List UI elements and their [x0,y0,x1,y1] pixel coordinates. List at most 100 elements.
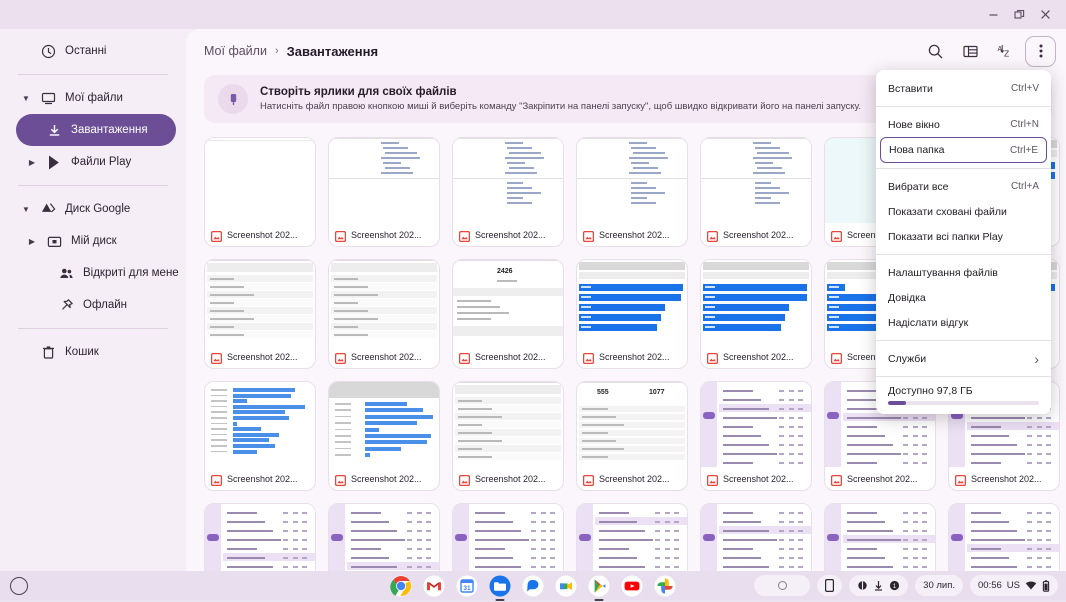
shelf-meet-icon[interactable] [555,575,577,597]
file-name-label: Screenshot 202... [599,473,670,484]
file-card[interactable]: Screenshot 202... [700,137,812,247]
shelf-app-list: 31 [390,575,676,597]
file-card-footer: Screenshot 202... [453,345,563,368]
chevron-down-icon[interactable]: ▼ [20,205,32,214]
menu-item-показати-сховані-файли[interactable]: Показати сховані файли [876,199,1051,224]
file-card[interactable]: Screenshot 202... [328,137,440,247]
file-card[interactable]: Screenshot 202... [700,381,812,491]
file-card[interactable]: Screenshot 202... [824,503,936,571]
chevron-right-icon[interactable]: ▶ [26,158,38,167]
menu-item-налаштування-файлів[interactable]: Налаштування файлів [876,260,1051,285]
file-name-label: Screenshot 202... [723,473,794,484]
image-file-icon [582,351,595,365]
file-card-footer: Screenshot 202... [329,223,439,246]
file-thumbnail [949,504,1059,571]
file-card[interactable]: Screenshot 202... [948,503,1060,571]
file-card[interactable]: Screenshot 202... [452,137,564,247]
file-card[interactable]: 555 1077 Screenshot 202... [576,381,688,491]
menu-item-нове-вікно[interactable]: Нове вікно Ctrl+N [876,112,1051,137]
file-card[interactable]: Screenshot 202... [452,503,564,571]
breadcrumb-item-downloads[interactable]: Завантаження [287,44,378,59]
file-card[interactable]: Screenshot 202... [328,381,440,491]
sidebar-item-завантаження[interactable]: Завантаження [16,114,176,146]
menu-item-нова-папка[interactable]: Нова папка Ctrl+E [880,137,1047,163]
breadcrumb-item-my-files[interactable]: Мої файли [204,44,267,58]
sidebar-item-офлайн[interactable]: Офлайн [28,289,176,321]
chevron-right-icon[interactable]: ▶ [26,237,38,246]
menu-item-показати-всі-папки-play[interactable]: Показати всі папки Play [876,224,1051,249]
file-thumbnail [205,138,315,223]
shelf-messages-icon[interactable] [522,575,544,597]
file-thumbnail [205,382,315,467]
file-card[interactable]: Screenshot 202... [452,381,564,491]
shelf-calendar-icon[interactable]: 31 [456,575,478,597]
file-card[interactable]: Screenshot 202... [328,259,440,369]
file-name-label: Screenshot 202... [723,351,794,362]
sidebar-item-мій-диск[interactable]: ▶ Мій диск [16,225,176,257]
media-widget[interactable] [754,575,811,596]
menu-item-довідка[interactable]: Довідка [876,285,1051,310]
sidebar-item-диск-google[interactable]: ▼ Диск Google [10,193,176,225]
sidebar-item-останні[interactable]: Останні [10,35,176,67]
menu-item-вставити[interactable]: Вставити Ctrl+V [876,76,1051,101]
download-icon [46,122,63,139]
list-view-icon[interactable] [955,36,986,67]
phone-hub-button[interactable] [817,575,843,596]
restore-button[interactable] [1006,2,1032,28]
file-card[interactable]: Screenshot 202... [204,137,316,247]
menu-item-label: Налаштування файлів [888,266,998,279]
file-card[interactable]: Screenshot 202... [700,259,812,369]
search-icon[interactable] [920,36,951,67]
file-card[interactable]: Screenshot 202... [700,503,812,571]
image-file-icon [706,229,719,243]
shelf-chrome-icon[interactable] [390,575,412,597]
menu-groups: Вставити Ctrl+V Нове вікно Ctrl+N Нова папка… [876,76,1051,371]
file-card[interactable]: Screenshot 202... [204,259,316,369]
file-card[interactable]: Screenshot 202... [204,381,316,491]
file-card-footer: Screenshot 202... [577,223,687,246]
shelf-files-icon[interactable] [489,575,511,597]
date-display[interactable]: 30 лип. [915,575,964,596]
file-card[interactable]: 2426 Screenshot 202... [452,259,564,369]
minimize-button[interactable] [980,2,1006,28]
quick-settings-button[interactable]: 1 [849,575,909,596]
image-file-icon [582,473,595,487]
more-options-icon[interactable] [1025,35,1056,67]
file-card[interactable]: Screenshot 202... [576,137,688,247]
menu-divider [876,168,1051,169]
menu-item-надіслати-відгук[interactable]: Надіслати відгук [876,310,1051,335]
shelf-gmail-icon[interactable] [423,575,445,597]
file-card[interactable]: Screenshot 202... [328,503,440,571]
shelf-photos-icon[interactable] [654,575,676,597]
sidebar-item-мої-файли[interactable]: ▼ Мої файли [10,82,176,114]
sidebar-item-файли-play[interactable]: ▶ Файли Play [16,146,176,178]
shelf-youtube-icon[interactable] [621,575,643,597]
file-name-label: Screenshot 202... [723,229,794,240]
battery-icon [1042,579,1050,592]
file-card[interactable]: Screenshot 202... [204,503,316,571]
sidebar-item-label: Диск Google [65,203,131,215]
shelf-play-store-icon[interactable] [588,575,610,597]
menu-item-вибрати-все[interactable]: Вибрати все Ctrl+A [876,174,1051,199]
sidebar-item-кошик[interactable]: Кошик [10,336,176,368]
close-button[interactable] [1032,2,1058,28]
menu-item-служби[interactable]: Служби › [876,346,1051,371]
launcher-button[interactable] [10,576,28,595]
menu-item-label: Довідка [888,291,926,304]
sidebar-item-відкриті-для-мене[interactable]: Відкриті для мене [28,257,179,289]
file-thumbnail: 2426 [453,260,563,345]
file-card-footer: Screenshot 202... [701,345,811,368]
file-card[interactable]: Screenshot 202... [576,503,688,571]
svg-text:1: 1 [893,583,897,590]
file-thumbnail [205,504,315,571]
menu-item-label: Служби [888,352,927,365]
sidebar-divider [18,185,168,186]
computer-icon [40,90,57,107]
sort-az-icon[interactable]: A Z [990,36,1021,67]
file-card-footer: Screenshot 202... [453,223,563,246]
file-card[interactable]: Screenshot 202... [576,259,688,369]
file-name-label: Screenshot 202... [599,351,670,362]
chevron-down-icon[interactable]: ▼ [20,94,32,103]
file-thumbnail [577,260,687,345]
status-tray[interactable]: 00:56 US [970,575,1058,596]
